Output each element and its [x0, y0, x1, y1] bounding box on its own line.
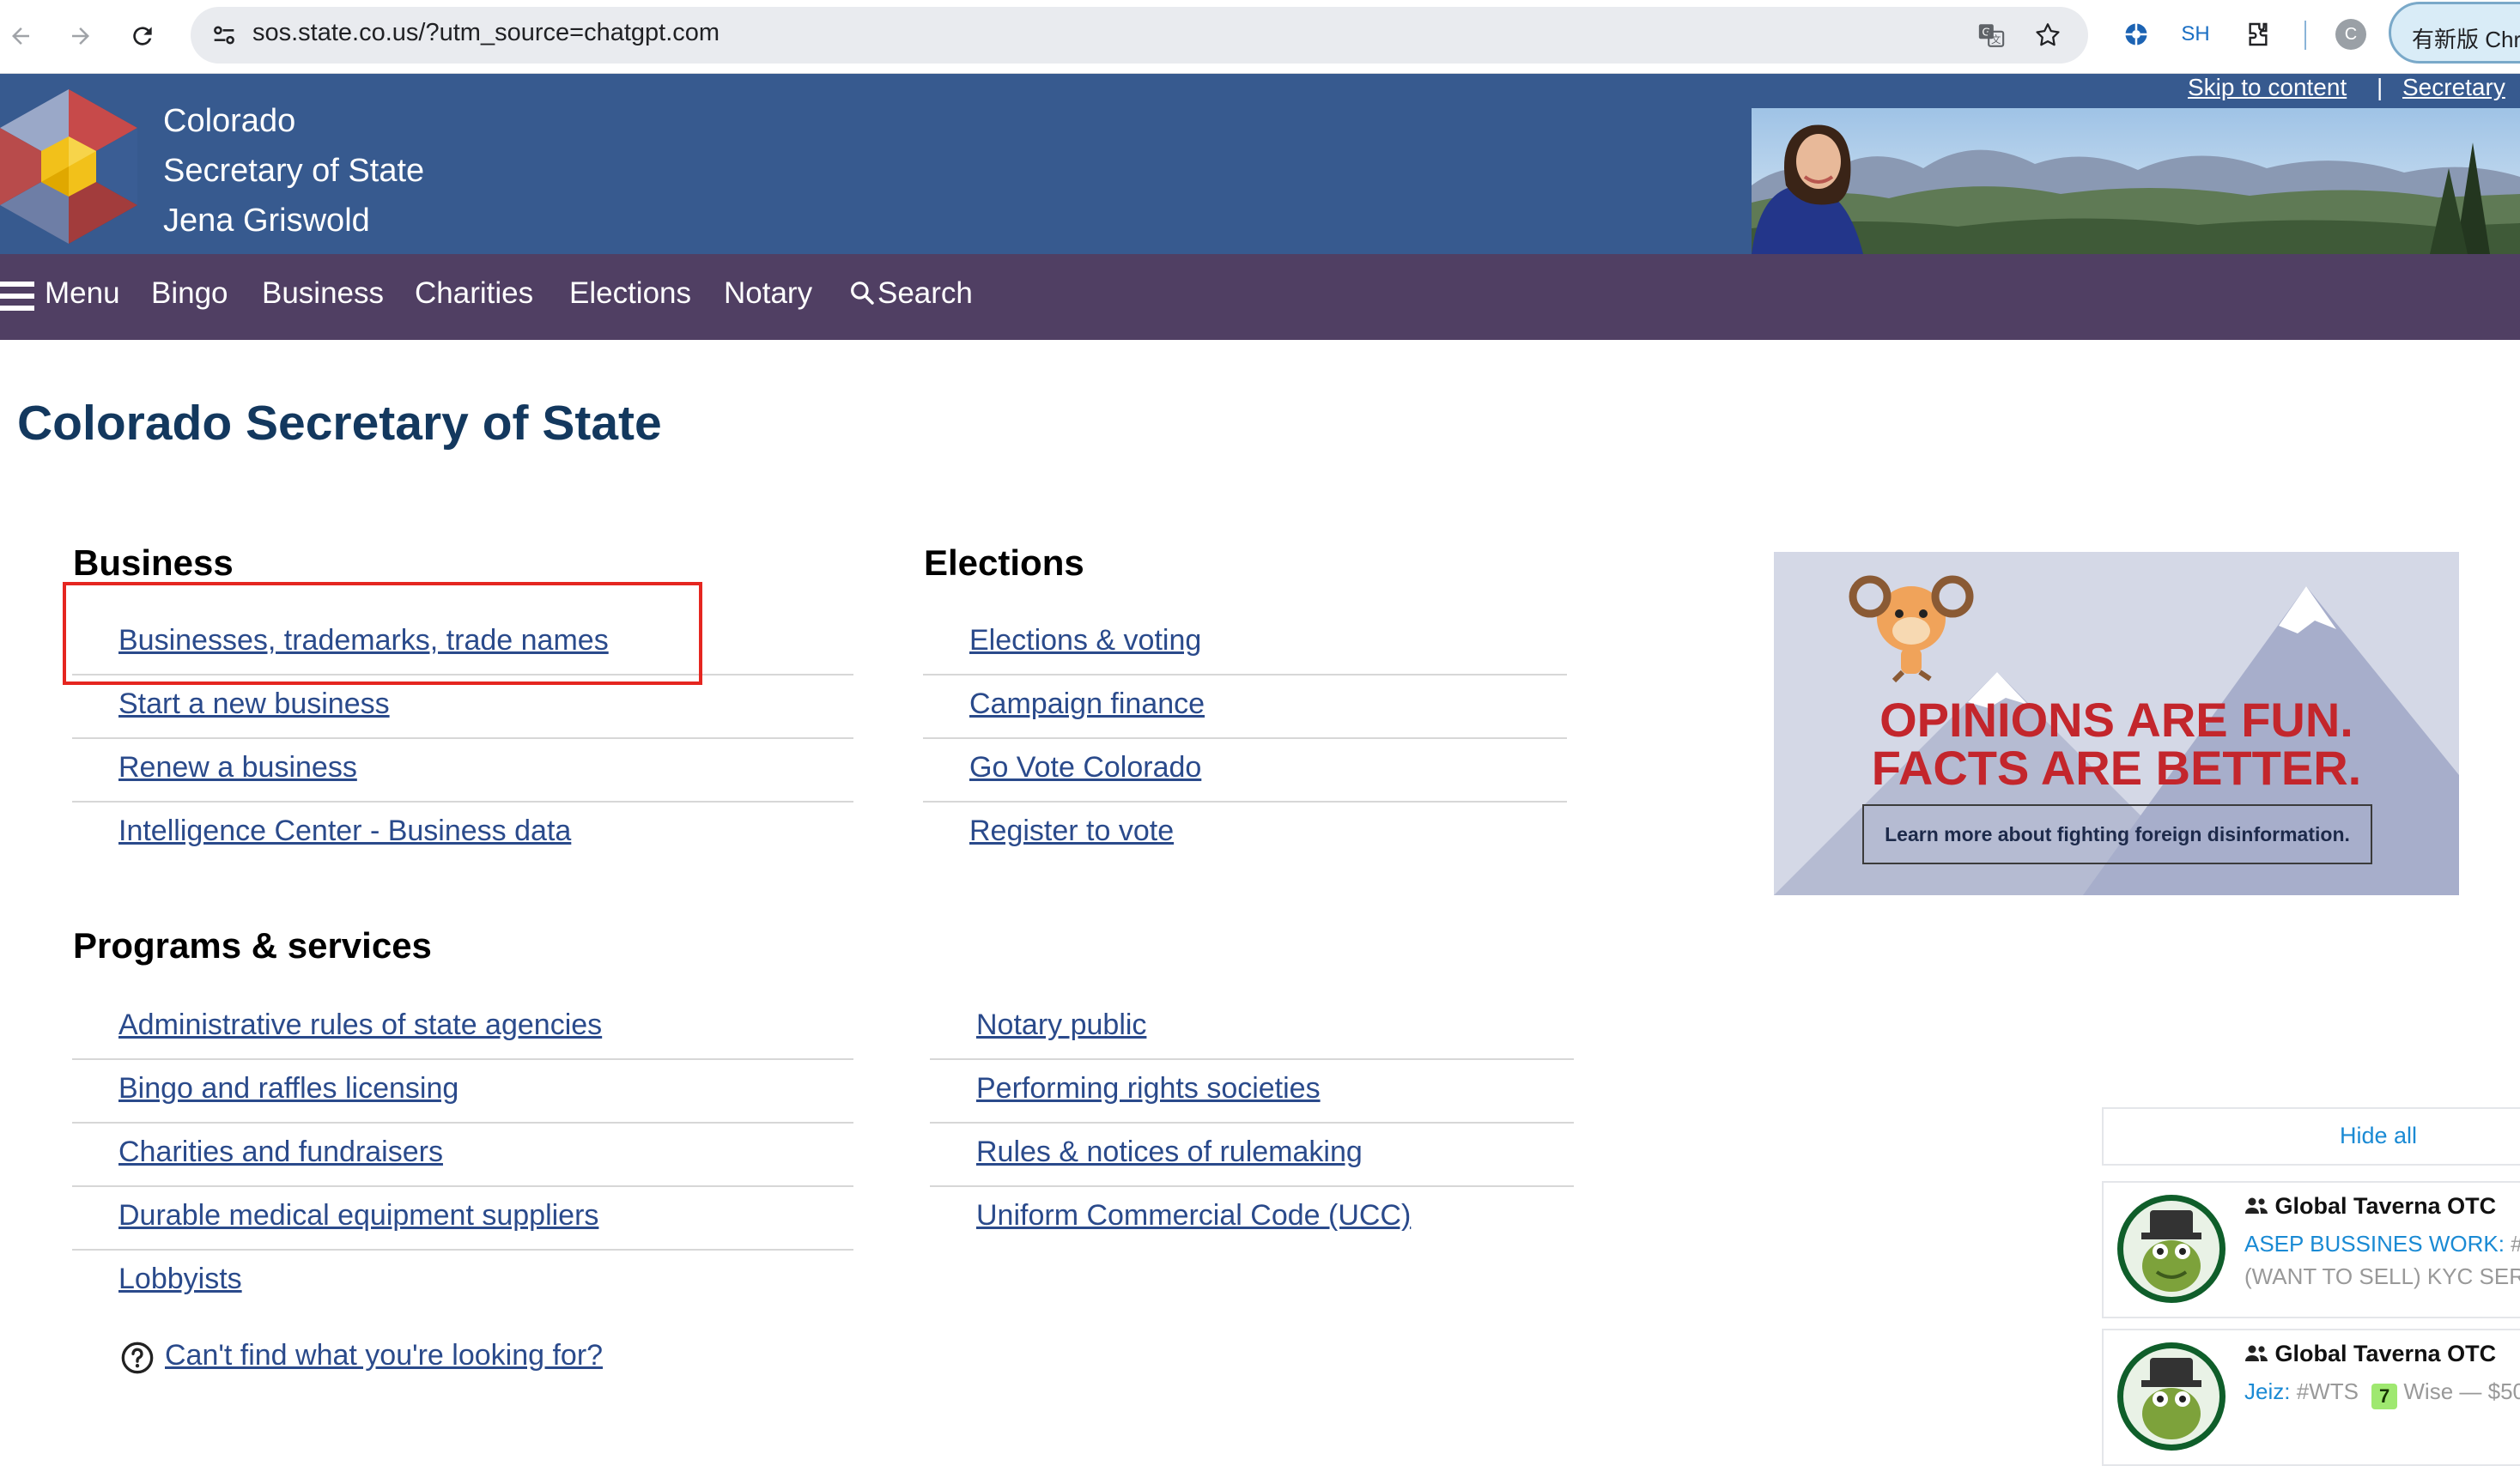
main-navigation: Menu Bingo Business Charities Elections …: [0, 254, 2520, 340]
menu-button[interactable]: Menu: [45, 276, 120, 311]
group-icon: [2245, 1197, 2268, 1214]
nav-charities[interactable]: Charities: [415, 276, 533, 311]
elections-heading: Elections: [924, 542, 1084, 583]
question-icon: [120, 1341, 155, 1379]
notification-card[interactable]: Global Taverna OTC Jeiz: #WTS 7 Wise — $…: [2102, 1329, 2520, 1466]
profile-avatar[interactable]: C: [2334, 17, 2368, 51]
nav-bingo[interactable]: Bingo: [151, 276, 228, 311]
skip-to-content-link[interactable]: Skip to content: [2188, 74, 2347, 101]
new-chrome-version-button[interactable]: 有新版 Chrome: [2389, 2, 2520, 64]
wise-logo-icon: 7: [2371, 1384, 2398, 1409]
register-to-vote-link[interactable]: Register to vote: [969, 815, 1174, 848]
programs-link-item: Bingo and raffles licensing: [72, 1060, 853, 1124]
message-preview-line2: (WANT TO SELL) KYC SERVI: [2244, 1263, 2520, 1289]
group-name: Global Taverna OTC: [2244, 1193, 2496, 1220]
group-name: Global Taverna OTC: [2244, 1341, 2496, 1367]
rules-notices-link[interactable]: Rules & notices of rulemaking: [976, 1136, 1363, 1169]
cant-find-link[interactable]: Can't find what you're looking for?: [165, 1339, 603, 1372]
programs-link-item: Notary public: [930, 997, 1574, 1060]
ad-cta-button[interactable]: Learn more about fighting foreign disinf…: [1862, 804, 2372, 864]
site-header: Colorado Secretary of State Jena Griswol…: [0, 74, 2520, 254]
nav-search[interactable]: Search: [877, 276, 973, 311]
start-new-business-link[interactable]: Start a new business: [118, 688, 390, 721]
back-icon[interactable]: [3, 19, 38, 53]
sh-extension-icon[interactable]: SH: [2176, 17, 2215, 51]
group-icon: [2245, 1345, 2268, 1361]
elections-link-item: Campaign finance: [923, 675, 1567, 739]
nav-business[interactable]: Business: [262, 276, 384, 311]
page-title: Colorado Secretary of State: [17, 396, 662, 451]
nav-notary[interactable]: Notary: [724, 276, 812, 311]
extensions-puzzle-icon[interactable]: [2241, 17, 2275, 51]
intelligence-center-link[interactable]: Intelligence Center - Business data: [118, 815, 571, 848]
business-link-item: Intelligence Center - Business data: [72, 803, 853, 866]
nav-elections[interactable]: Elections: [569, 276, 691, 311]
svg-text:文: 文: [1991, 33, 2001, 45]
frog-avatar: [2116, 1193, 2227, 1309]
programs-heading: Programs & services: [73, 925, 432, 966]
site-name[interactable]: Colorado Secretary of State Jena Griswol…: [163, 96, 424, 245]
lobbyists-link[interactable]: Lobbyists: [118, 1263, 242, 1296]
elections-voting-link[interactable]: Elections & voting: [969, 624, 1201, 657]
charities-fundraisers-link[interactable]: Charities and fundraisers: [118, 1136, 443, 1169]
hide-all-button[interactable]: Hide all: [2102, 1107, 2520, 1166]
extension-icon[interactable]: [2119, 17, 2153, 51]
disinformation-ad-banner[interactable]: OPINIONS ARE FUN. FACTS ARE BETTER. Lear…: [1774, 552, 2459, 895]
renew-business-link[interactable]: Renew a business: [118, 751, 357, 784]
campaign-finance-link[interactable]: Campaign finance: [969, 688, 1205, 721]
go-vote-colorado-link[interactable]: Go Vote Colorado: [969, 751, 1201, 784]
notary-public-link[interactable]: Notary public: [976, 1009, 1146, 1042]
url-text[interactable]: sos.state.co.us/?utm_source=chatgpt.com: [252, 19, 720, 47]
header-separator: |: [2377, 74, 2383, 100]
programs-link-item: Administrative rules of state agencies: [72, 997, 853, 1060]
notification-card[interactable]: Global Taverna OTC ASEP BUSSINES WORK: #…: [2102, 1181, 2520, 1318]
programs-link-item: Performing rights societies: [930, 1060, 1574, 1124]
administrative-rules-link[interactable]: Administrative rules of state agencies: [118, 1009, 602, 1042]
reload-icon[interactable]: [125, 19, 160, 53]
search-icon[interactable]: [848, 278, 876, 312]
programs-link-item: Lobbyists: [72, 1251, 853, 1314]
forward-icon[interactable]: [64, 19, 98, 53]
address-bar[interactable]: sos.state.co.us/?utm_source=chatgpt.com …: [191, 7, 2088, 64]
business-link-item: Renew a business: [72, 739, 853, 803]
business-heading: Business: [73, 542, 234, 583]
programs-link-item: Rules & notices of rulemaking: [930, 1124, 1574, 1187]
translate-icon[interactable]: G文: [1977, 21, 2006, 50]
elections-link-item: Elections & voting: [923, 612, 1567, 675]
message-preview: ASEP BUSSINES WORK: #W: [2244, 1231, 2520, 1257]
elections-link-item: Register to vote: [923, 803, 1567, 866]
message-preview: Jeiz: #WTS 7 Wise — $50: [2244, 1378, 2520, 1409]
secretary-link[interactable]: Secretary: [2402, 74, 2505, 101]
elections-link-item: Go Vote Colorado: [923, 739, 1567, 803]
secretary-banner-image: [1752, 108, 2520, 254]
frog-avatar: [2116, 1341, 2227, 1457]
medical-equipment-link[interactable]: Durable medical equipment suppliers: [118, 1199, 598, 1233]
bingo-raffles-link[interactable]: Bingo and raffles licensing: [118, 1072, 458, 1106]
hamburger-menu-icon[interactable]: [0, 282, 34, 315]
ad-headline: OPINIONS ARE FUN. FACTS ARE BETTER.: [1871, 693, 2362, 795]
programs-link-item: Charities and fundraisers: [72, 1124, 853, 1187]
performing-rights-link[interactable]: Performing rights societies: [976, 1072, 1321, 1106]
programs-link-item: Durable medical equipment suppliers: [72, 1187, 853, 1251]
toolbar-divider: [2304, 21, 2306, 50]
ucc-link[interactable]: Uniform Commercial Code (UCC): [976, 1199, 1411, 1233]
site-settings-icon[interactable]: [209, 21, 239, 50]
bookmark-star-icon[interactable]: [2033, 21, 2062, 50]
colorado-logo[interactable]: [0, 89, 137, 248]
business-link-item: Start a new business: [72, 675, 853, 739]
browser-toolbar: sos.state.co.us/?utm_source=chatgpt.com …: [0, 0, 2520, 74]
highlight-box: [63, 582, 702, 685]
programs-link-item: Uniform Commercial Code (UCC): [930, 1187, 1574, 1251]
